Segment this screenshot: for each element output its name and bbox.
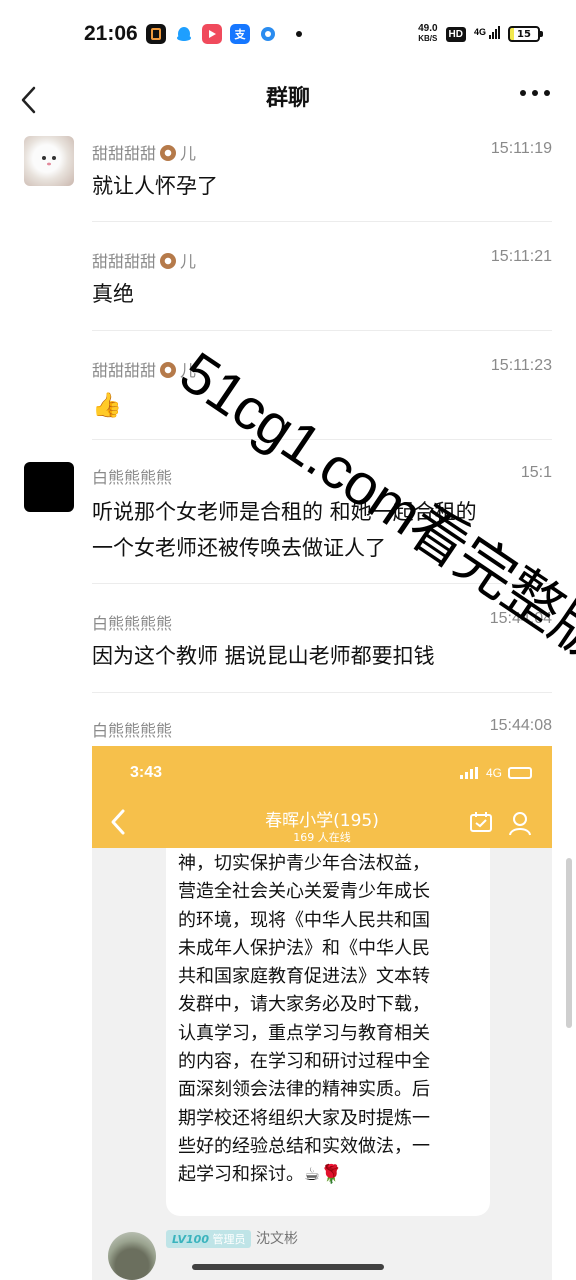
message-time: 15:11:21 [490, 248, 552, 265]
speed-value: 49.0 [418, 23, 438, 34]
video-icon [202, 24, 222, 44]
message-text-line: 听说那个女老师是合租的 和她一起合租的 [92, 500, 477, 524]
message-item[interactable]: 白熊熊熊熊 15:44:04 因为这个教师 据说昆山老师都要扣钱 [0, 584, 576, 692]
message-item[interactable]: 甜甜甜甜儿 15:11:21 真绝 [0, 222, 576, 330]
message-time: 15:11:19 [490, 140, 552, 157]
sender-name: 白熊熊熊熊 [92, 721, 173, 740]
sender-name: 甜甜甜甜儿 [92, 144, 197, 163]
chat-header: 群聊 [0, 72, 576, 128]
embedded-text-line: 的环境，现将《中华人民共和国 [178, 909, 430, 931]
hd-badge: HD [445, 26, 466, 42]
app-o-icon [146, 24, 166, 44]
message-time: 15:11:23 [490, 357, 552, 374]
embedded-text-line: 认真学习，重点学习与教育相关 [178, 1022, 430, 1044]
message-item[interactable]: 甜甜甜甜儿 15:11:19 就让人怀孕了 [0, 128, 576, 222]
signal-icon [459, 767, 478, 779]
embedded-text-line: 未成年人保护法》和《中华人民 [178, 937, 430, 959]
thumbs-up-emoji[interactable]: 👍 [92, 387, 552, 423]
embedded-text-line: 些好的经验总结和实效做法，一 [178, 1135, 430, 1157]
status-time: 21:06 [84, 22, 138, 45]
message-time: 15:44:08 [489, 717, 552, 734]
message-text[interactable]: 就让人怀孕了 [92, 168, 552, 204]
more-dot-icon [532, 90, 538, 96]
embedded-message-bubble: 神，切实保护青少年合法权益， 营造全社会关心关爱青少年成长 的环境，现将《中华人… [166, 848, 490, 1216]
embedded-text-line: 的内容，在学习和研讨过程中全 [178, 1051, 430, 1073]
message-text[interactable]: 因为这个教师 据说昆山老师都要扣钱 [92, 638, 552, 674]
donut-icon [160, 253, 177, 269]
members-icon [509, 812, 531, 836]
embedded-time: 3:43 [130, 764, 163, 781]
more-dot-icon [544, 90, 550, 96]
embedded-text-line: 共和国家庭教育促进法》文本转 [178, 966, 430, 988]
status-indicators: 49.0 KB/S HD 4G 15 [418, 24, 543, 44]
sender-name: 白熊熊熊熊 [92, 468, 173, 487]
battery-icon: 15 [508, 26, 543, 42]
embedded-text-line: 面深刻领会法律的精神实质。后 [178, 1079, 430, 1101]
message-item[interactable]: 甜甜甜甜儿 15:11:23 👍 [0, 331, 576, 439]
home-indicator[interactable] [192, 1264, 384, 1270]
status-bar: 21:06 支 49.0 KB/S HD 4G 15 [0, 0, 576, 72]
message-text[interactable]: 听说那个女老师是合租的 和她一起合租的 一个女老师还被传唤去做证人了 [92, 494, 552, 566]
message-time: 15:1 [520, 464, 552, 481]
browser-icon [258, 24, 278, 44]
more-notifications-dot [296, 31, 302, 37]
embedded-header: 3:43 4G 春晖小学(195) 169 人在线 [92, 746, 552, 848]
embedded-status: 4G [459, 766, 532, 780]
qq-icon [174, 24, 194, 44]
chat-title: 群聊 [265, 86, 310, 111]
embedded-next-message: LV100 管理员 沈文彬 [108, 1222, 548, 1280]
message-text-line: 一个女老师还被传唤去做证人了 [92, 536, 386, 560]
speed-unit: KB/S [418, 34, 438, 43]
alipay-icon: 支 [230, 24, 250, 44]
svg-text:4G: 4G [474, 27, 486, 37]
landscape-avatar [108, 1232, 156, 1280]
donut-icon [160, 145, 177, 161]
embedded-text-line: 发群中，请大家务必及时下载， [178, 994, 430, 1016]
sender-name: 白熊熊熊熊 [92, 614, 173, 633]
cat-avatar[interactable] [24, 136, 74, 186]
sender-name: 甜甜甜甜儿 [92, 361, 197, 380]
embedded-text-line: 期学校还将组织大家及时提炼一 [178, 1107, 430, 1129]
more-button[interactable] [520, 90, 550, 96]
embedded-text-line: 起学习和探讨。☕🌹 [178, 1164, 343, 1186]
message-item[interactable]: 白熊熊熊熊 15:1 听说那个女老师是合租的 和她一起合租的 一个女老师还被传唤… [0, 440, 576, 583]
image-message[interactable]: 3:43 4G 春晖小学(195) 169 人在线 神，切实保护青少年合法权益，… [92, 746, 552, 1280]
network-speed: 49.0 KB/S [418, 24, 437, 44]
signal-icon: 4G [474, 25, 500, 43]
embedded-text-line: 营造全社会关心关爱青少年成长 [178, 881, 430, 903]
battery-icon [508, 767, 532, 779]
black-avatar[interactable] [24, 462, 74, 512]
embedded-sender-name: 沈文彬 [256, 1231, 298, 1247]
more-dot-icon [520, 90, 526, 96]
embedded-network: 4G [485, 766, 502, 780]
message-time: 15:44:04 [489, 610, 552, 627]
message-text[interactable]: 真绝 [92, 276, 552, 312]
calendar-icon [470, 812, 492, 832]
message-item[interactable]: 白熊熊熊熊 15:44:08 [0, 693, 576, 745]
scrollbar[interactable] [566, 858, 572, 1028]
donut-icon [160, 362, 177, 378]
embedded-text-line: 神，切实保护青少年合法权益， [178, 853, 430, 874]
notification-icons: 支 [146, 24, 302, 44]
sender-name: 甜甜甜甜儿 [92, 252, 197, 271]
level-badge: LV100 管理员 [166, 1230, 252, 1248]
